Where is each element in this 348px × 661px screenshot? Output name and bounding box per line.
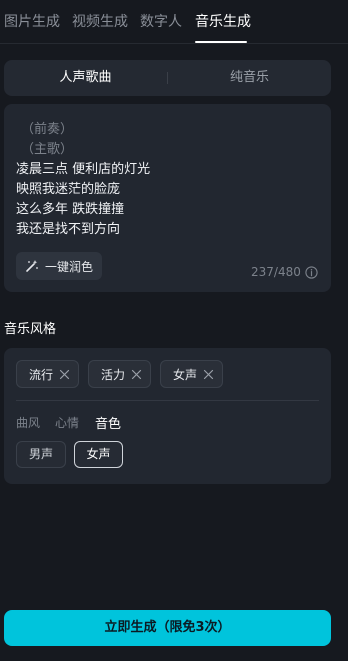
chip-label: 活力 bbox=[101, 367, 126, 382]
close-icon[interactable] bbox=[203, 369, 214, 380]
generate-button[interactable]: 立即生成（限免3次） bbox=[4, 610, 331, 646]
tab-mood[interactable]: 心情 bbox=[55, 414, 79, 431]
lyrics-editor[interactable]: （前奏） （主歌） 凌晨三点 便利店的灯光 映照我迷茫的脸庞 这么多年 跌跌撞撞… bbox=[4, 104, 331, 292]
lyric-line: 映照我迷茫的脸庞 bbox=[16, 182, 121, 197]
info-icon[interactable] bbox=[305, 265, 318, 279]
style-chip-pop[interactable]: 流行 bbox=[16, 360, 80, 388]
char-counter: 237/480 bbox=[251, 265, 318, 279]
magic-wand-icon bbox=[26, 260, 38, 272]
option-male-vocal[interactable]: 男声 bbox=[16, 441, 66, 468]
chip-label: 流行 bbox=[29, 367, 54, 382]
close-icon[interactable] bbox=[131, 369, 142, 380]
tab-digital-human[interactable]: 数字人 bbox=[140, 11, 182, 31]
style-chip-female-vocal[interactable]: 女声 bbox=[160, 360, 224, 388]
style-panel: 流行 活力 女声 曲风 心情 音色 男声 女声 bbox=[4, 348, 331, 484]
lyric-line: 这么多年 跌跌撞撞 bbox=[16, 202, 125, 217]
tab-video-generation[interactable]: 视频生成 bbox=[72, 11, 128, 31]
chip-label: 女声 bbox=[173, 367, 198, 382]
lyric-line: 凌晨三点 便利店的灯光 bbox=[16, 162, 151, 177]
polish-button[interactable]: 一键润色 bbox=[16, 252, 103, 280]
option-female-vocal[interactable]: 女声 bbox=[74, 441, 123, 468]
vocal-song-tab[interactable]: 人声歌曲 bbox=[4, 60, 167, 96]
mode-switch: 人声歌曲 纯音乐 bbox=[4, 60, 331, 96]
style-chip-energetic[interactable]: 活力 bbox=[88, 360, 152, 388]
lyric-line: （前奏） bbox=[21, 122, 74, 137]
top-divider bbox=[0, 43, 348, 44]
lyric-line: 我还是找不到方向 bbox=[16, 222, 121, 237]
tab-timbre[interactable]: 音色 bbox=[95, 413, 121, 432]
instrumental-tab[interactable]: 纯音乐 bbox=[168, 60, 331, 96]
polish-label: 一键润色 bbox=[45, 259, 94, 274]
close-icon[interactable] bbox=[59, 369, 70, 380]
style-divider bbox=[16, 400, 319, 401]
char-count: 237/480 bbox=[251, 265, 301, 279]
lyric-line: （主歌） bbox=[21, 142, 74, 157]
tab-genre[interactable]: 曲风 bbox=[16, 414, 40, 431]
top-tab-bar: 图片生成 视频生成 数字人 音乐生成 bbox=[0, 0, 348, 44]
tab-image-generation[interactable]: 图片生成 bbox=[4, 11, 60, 31]
music-style-title: 音乐风格 bbox=[4, 322, 57, 337]
tab-music-generation[interactable]: 音乐生成 bbox=[195, 11, 251, 31]
